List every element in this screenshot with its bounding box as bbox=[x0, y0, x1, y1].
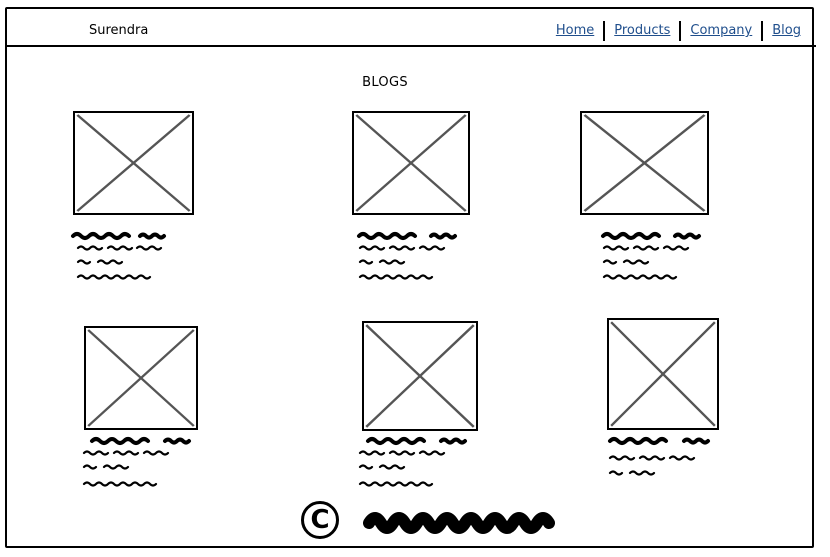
blog-card-text-scribble bbox=[608, 437, 710, 476]
image-placeholder-icon[interactable] bbox=[73, 111, 194, 215]
nav-blog-link[interactable]: Blog bbox=[763, 21, 810, 41]
image-placeholder-icon[interactable] bbox=[607, 318, 719, 430]
footer: C bbox=[301, 501, 559, 539]
blog-card-text-scribble bbox=[358, 437, 467, 487]
image-placeholder-icon[interactable] bbox=[580, 111, 709, 215]
footer-text-scribble bbox=[363, 512, 555, 534]
nav-home-link[interactable]: Home bbox=[547, 21, 603, 41]
blog-card-text-scribble bbox=[71, 232, 166, 280]
image-placeholder-icon[interactable] bbox=[84, 326, 198, 430]
nav-products-link[interactable]: Products bbox=[605, 21, 679, 41]
site-brand[interactable]: Surendra bbox=[89, 23, 148, 38]
image-placeholder-icon[interactable] bbox=[352, 111, 470, 215]
header-divider bbox=[5, 45, 816, 47]
page-title: BLOGS bbox=[362, 75, 408, 90]
nav-company-link[interactable]: Company bbox=[681, 21, 761, 41]
blog-card-text-scribble bbox=[601, 232, 701, 280]
copyright-icon: C bbox=[301, 501, 339, 539]
blog-card-text-scribble bbox=[357, 232, 457, 280]
blog-card-text-scribble bbox=[82, 437, 191, 487]
main-nav: Home Products Company Blog bbox=[547, 21, 810, 41]
image-placeholder-icon[interactable] bbox=[362, 321, 478, 431]
